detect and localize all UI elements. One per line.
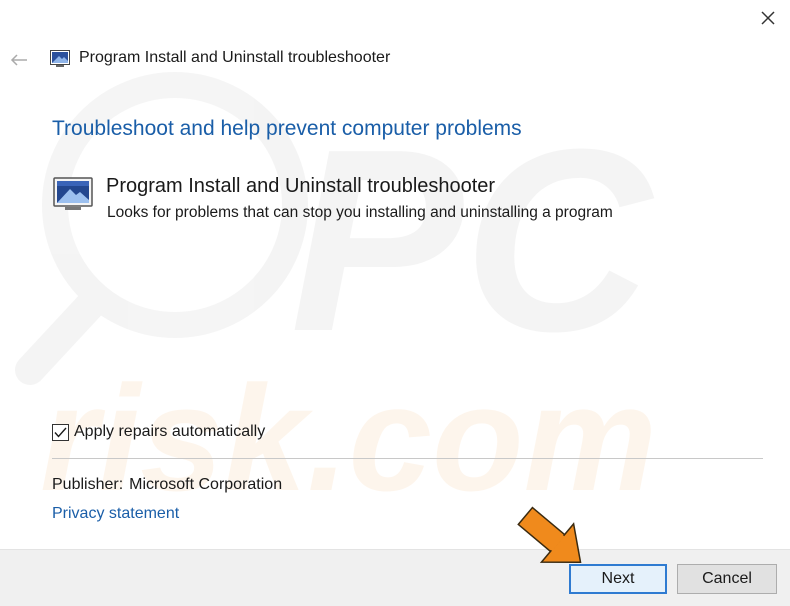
troubleshooter-icon [50,50,70,67]
divider [52,458,763,459]
troubleshooter-icon [53,177,93,210]
troubleshooter-name[interactable]: Program Install and Uninstall troublesho… [106,175,495,198]
publisher-value: Microsoft Corporation [129,476,283,493]
apply-repairs-checkbox[interactable] [52,423,69,441]
close-icon [761,11,775,25]
checkmark-icon [54,427,67,438]
troubleshooter-description: Looks for problems that can stop you ins… [107,204,613,221]
next-button[interactable]: Next [569,564,667,594]
back-arrow-icon [10,54,27,66]
troubleshooter-window: PC risk.com Program Install and Uninstal… [0,0,790,606]
back-button[interactable] [9,50,29,70]
window-title: Program Install and Uninstall troublesho… [79,49,391,66]
cancel-button[interactable]: Cancel [677,564,777,594]
close-button[interactable] [752,4,784,32]
privacy-statement-link[interactable]: Privacy statement [52,505,179,523]
publisher-info: Publisher: Microsoft Corporation [52,476,282,494]
button-bar [0,549,790,606]
apply-repairs-label: Apply repairs automatically [74,423,266,440]
publisher-label: Publisher: [52,476,124,493]
page-heading: Troubleshoot and help prevent computer p… [52,117,522,140]
apply-repairs-checkbox-row[interactable]: Apply repairs automatically [52,423,265,441]
